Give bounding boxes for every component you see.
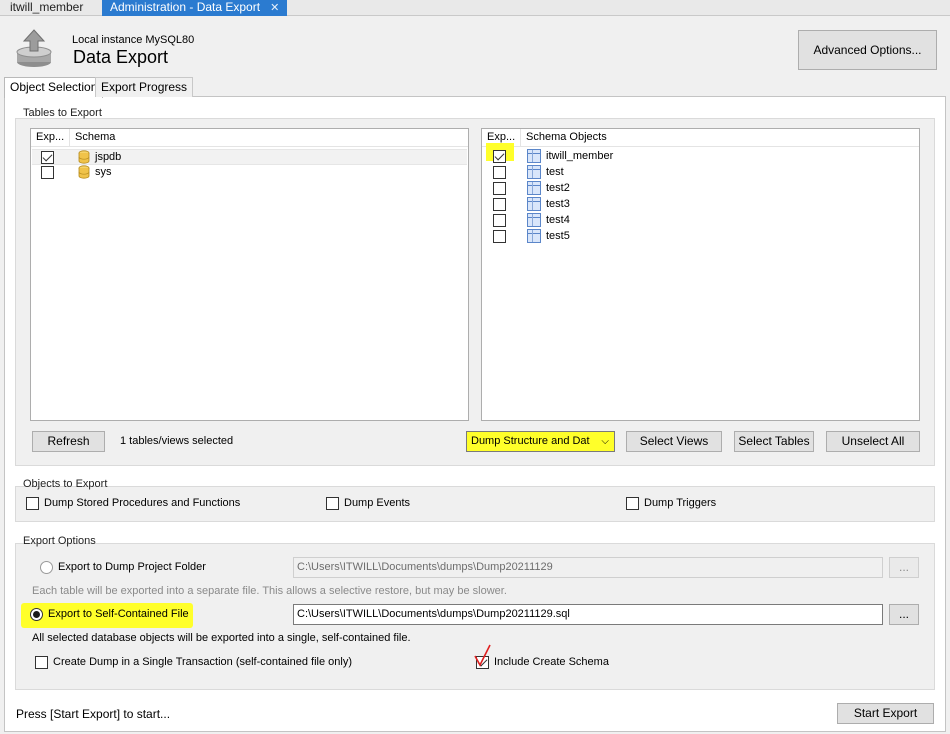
col-schema[interactable]: Schema xyxy=(75,131,115,143)
browse-folder-button[interactable]: ... xyxy=(889,557,919,578)
dump-mode-value: Dump Structure and Dat xyxy=(471,435,590,447)
tables-to-export-label: Tables to Export xyxy=(23,107,102,119)
schema-name: jspdb xyxy=(95,151,122,163)
single-transaction-checkbox[interactable] xyxy=(35,656,48,669)
self-contained-hint: All selected database objects will be ex… xyxy=(32,632,411,644)
object-name: test2 xyxy=(546,182,570,194)
tab-object-selection[interactable]: Object Selection xyxy=(4,77,104,98)
object-row[interactable]: test5 xyxy=(483,229,918,245)
object-checkbox[interactable] xyxy=(493,166,506,179)
dump-triggers-label: Dump Triggers xyxy=(644,497,717,509)
object-row[interactable]: test xyxy=(483,165,918,181)
dump-events-checkbox[interactable] xyxy=(326,497,339,510)
select-views-button[interactable]: Select Views xyxy=(626,431,722,452)
schema-list[interactable]: Exp... Schema jspdb sys xyxy=(30,128,469,421)
single-transaction-label: Create Dump in a Single Transaction (sel… xyxy=(53,656,352,668)
object-checkbox[interactable] xyxy=(493,150,506,163)
schema-objects-header: Exp... Schema Objects xyxy=(482,129,919,147)
object-checkbox[interactable] xyxy=(493,230,506,243)
object-row[interactable]: test2 xyxy=(483,181,918,197)
table-icon xyxy=(527,197,541,211)
doc-tab-data-export[interactable]: Administration - Data Export ✕ xyxy=(102,0,288,16)
dump-mode-select[interactable]: Dump Structure and Dat ⌵ xyxy=(466,431,615,452)
refresh-button[interactable]: Refresh xyxy=(32,431,105,452)
column-separator xyxy=(520,129,521,147)
object-row[interactable]: itwill_member xyxy=(483,149,918,165)
schema-row-sys[interactable]: sys xyxy=(32,165,467,181)
dump-stored-procedures-label: Dump Stored Procedures and Functions xyxy=(44,497,241,509)
project-folder-path-field[interactable]: C:\Users\ITWILL\Documents\dumps\Dump2021… xyxy=(293,557,883,578)
doc-tab-label: itwill_member xyxy=(10,0,84,14)
export-project-folder-radio[interactable] xyxy=(40,561,53,574)
dump-events-label: Dump Events xyxy=(344,497,411,509)
project-folder-hint: Each table will be exported into a separ… xyxy=(32,585,507,597)
table-icon xyxy=(527,213,541,227)
table-icon xyxy=(527,165,541,179)
object-name: test5 xyxy=(546,230,570,242)
database-icon xyxy=(78,150,90,164)
table-icon xyxy=(527,149,541,163)
dump-stored-procedures-checkbox[interactable] xyxy=(26,497,39,510)
doc-tab-itwill-member[interactable]: itwill_member xyxy=(2,0,91,16)
database-export-icon xyxy=(16,29,52,67)
object-name: itwill_member xyxy=(546,150,614,162)
table-icon xyxy=(527,229,541,243)
object-checkbox[interactable] xyxy=(493,198,506,211)
col-export[interactable]: Exp... xyxy=(36,131,64,143)
database-icon xyxy=(78,165,90,179)
object-name: test3 xyxy=(546,198,570,210)
schema-checkbox[interactable] xyxy=(41,166,54,179)
object-name: test4 xyxy=(546,214,570,226)
self-contained-path-field[interactable]: C:\Users\ITWILL\Documents\dumps\Dump2021… xyxy=(293,604,883,625)
schema-objects-list[interactable]: Exp... Schema Objects itwill_member test… xyxy=(481,128,920,421)
export-project-folder-label: Export to Dump Project Folder xyxy=(58,561,206,573)
object-checkbox[interactable] xyxy=(493,214,506,227)
start-export-button[interactable]: Start Export xyxy=(837,703,934,724)
unselect-all-button[interactable]: Unselect All xyxy=(826,431,920,452)
select-tables-button[interactable]: Select Tables xyxy=(734,431,814,452)
connection-name: Local instance MySQL80 xyxy=(72,34,195,46)
schema-checkbox[interactable] xyxy=(41,151,54,164)
col-export[interactable]: Exp... xyxy=(487,131,515,143)
object-row[interactable]: test3 xyxy=(483,197,918,213)
tab-export-progress[interactable]: Export Progress xyxy=(95,77,194,97)
col-schema-objects[interactable]: Schema Objects xyxy=(526,131,607,143)
table-icon xyxy=(527,181,541,195)
column-separator xyxy=(69,129,70,147)
export-options-label: Export Options xyxy=(23,535,96,547)
status-text: Press [Start Export] to start... xyxy=(16,707,171,721)
advanced-options-button[interactable]: Advanced Options... xyxy=(798,30,937,70)
object-checkbox[interactable] xyxy=(493,182,506,195)
export-self-contained-radio[interactable] xyxy=(30,608,43,621)
page-title: Data Export xyxy=(73,47,169,67)
chevron-down-icon: ⌵ xyxy=(601,436,609,447)
include-create-schema-label: Include Create Schema xyxy=(494,656,609,668)
object-name: test xyxy=(546,166,564,178)
object-row[interactable]: test4 xyxy=(483,213,918,229)
selection-count: 1 tables/views selected xyxy=(120,435,234,447)
dump-triggers-checkbox[interactable] xyxy=(626,497,639,510)
close-icon[interactable]: ✕ xyxy=(270,2,279,14)
schema-list-header: Exp... Schema xyxy=(31,129,468,147)
export-self-contained-label: Export to Self-Contained File xyxy=(48,608,189,620)
schema-row-jspdb[interactable]: jspdb xyxy=(32,149,467,165)
schema-name: sys xyxy=(95,166,112,178)
doc-tab-label: Administration - Data Export xyxy=(110,0,261,14)
red-check-annotation xyxy=(474,644,491,667)
browse-file-button[interactable]: ... xyxy=(889,604,919,625)
objects-to-export-label: Objects to Export xyxy=(23,478,108,490)
